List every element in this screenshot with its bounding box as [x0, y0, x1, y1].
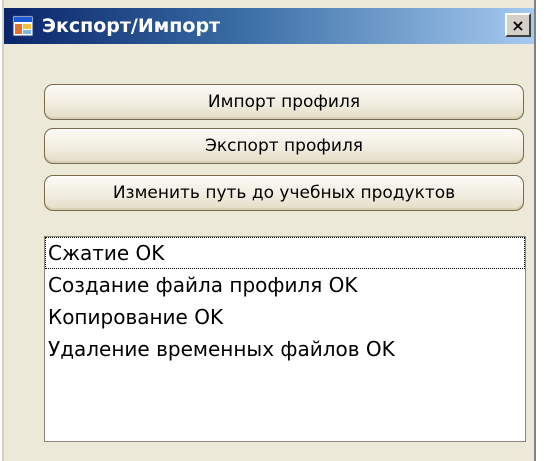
- title-bar[interactable]: Экспорт/Импорт ×: [4, 8, 534, 44]
- export-profile-button[interactable]: Экспорт профиля: [44, 128, 524, 164]
- close-icon: ×: [511, 15, 525, 35]
- list-item[interactable]: Копирование OK: [45, 301, 525, 333]
- dialog-body: Импорт профиля Экспорт профиля Изменить …: [4, 44, 534, 461]
- close-button[interactable]: ×: [505, 13, 531, 37]
- list-item[interactable]: Создание файла профиля OK: [45, 269, 525, 301]
- app-window-icon: [12, 15, 34, 37]
- status-log-list[interactable]: Сжатие OK Создание файла профиля OK Копи…: [44, 236, 526, 442]
- import-profile-button[interactable]: Импорт профиля: [44, 84, 524, 120]
- list-item[interactable]: Удаление временных файлов OK: [45, 333, 525, 365]
- list-item[interactable]: Сжатие OK: [45, 237, 525, 269]
- window-title: Экспорт/Импорт: [42, 15, 221, 37]
- change-products-path-button[interactable]: Изменить путь до учебных продуктов: [44, 175, 524, 211]
- export-import-window: Экспорт/Импорт × Импорт профиля Экспорт …: [2, 0, 536, 461]
